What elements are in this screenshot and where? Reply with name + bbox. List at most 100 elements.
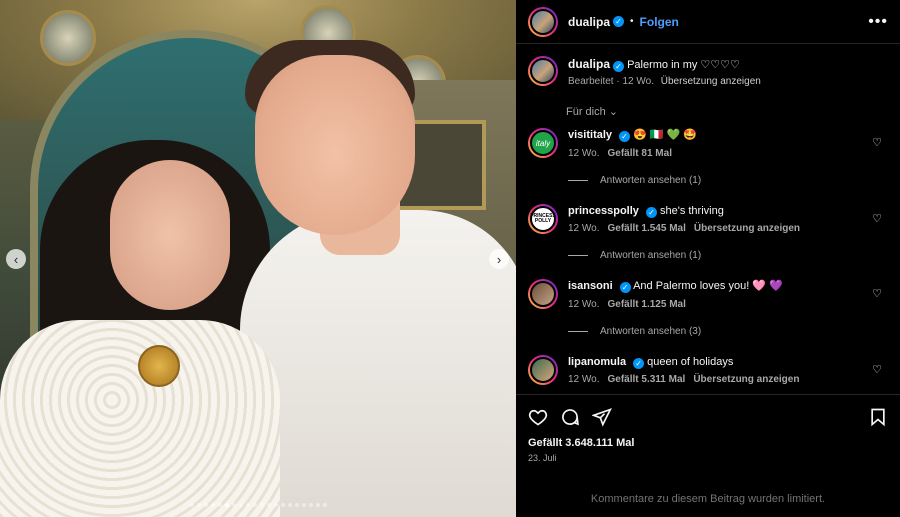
comment-username[interactable]: lipanomula — [568, 356, 626, 368]
comment-avatar[interactable] — [528, 279, 558, 310]
comment-likes[interactable]: Gefällt 1.125 Mal — [608, 299, 686, 310]
like-count[interactable]: Gefällt 3.648.111 Mal — [528, 437, 888, 449]
carousel-dot — [294, 503, 299, 507]
carousel-dot — [315, 503, 320, 507]
comment-item: italy visititaly ✓ 😍 🇮🇹 💚 🤩 12 Wo. Gefällt 8… — [528, 128, 888, 159]
caption-text: Palermo in my ♡♡♡♡ — [627, 59, 740, 71]
comment-icon[interactable] — [560, 407, 580, 427]
carousel-dot — [238, 503, 243, 507]
carousel-dot — [217, 503, 222, 507]
chevron-left-icon: ‹ — [13, 251, 19, 267]
comment-time[interactable]: 12 Wo. — [568, 223, 600, 234]
post-actions: Gefällt 3.648.111 Mal 23. Juli Kommentar… — [516, 394, 900, 517]
view-replies-button[interactable]: Antworten ansehen (3) — [568, 326, 888, 337]
avatar-logo — [530, 356, 556, 383]
comment-like-heart-icon[interactable]: ♡ — [872, 212, 882, 225]
chevron-right-icon: › — [496, 251, 502, 267]
verified-badge-icon: ✓ — [613, 16, 625, 27]
comments-limited-notice: Kommentare zu diesem Beitrag wurden limi… — [590, 493, 826, 505]
bookmark-icon[interactable] — [868, 407, 888, 427]
comment-list: italy visititaly ✓ 😍 🇮🇹 💚 🤩 12 Wo. Gefällt 8… — [528, 128, 888, 385]
post-photo: ‹ › — [0, 0, 516, 517]
post-date[interactable]: 23. Juli — [528, 453, 888, 463]
man-shirt — [240, 210, 516, 517]
view-replies-button[interactable]: Antworten ansehen (1) — [568, 250, 888, 261]
carousel-next-button[interactable]: › — [489, 249, 509, 269]
verified-badge-icon: ✓ — [619, 131, 631, 143]
carousel-dot — [322, 503, 327, 507]
verified-badge-icon: ✓ — [645, 206, 657, 218]
gold-necklace — [138, 345, 180, 387]
verified-badge-icon: ✓ — [633, 357, 645, 369]
comment-like-heart-icon[interactable]: ♡ — [872, 136, 882, 149]
carousel-indicator — [0, 503, 516, 507]
comment-like-heart-icon[interactable]: ♡ — [872, 287, 882, 300]
follow-button[interactable]: Folgen — [640, 15, 679, 29]
avatar-logo — [530, 281, 556, 308]
carousel-dot — [287, 503, 292, 507]
post-caption: dualipa ✓ Palermo in my ♡♡♡♡ Bearbeitet ·… — [528, 56, 888, 87]
post-viewer: ‹ › dualipa ✓ • Folgen ••• dualipa ✓ Pale… — [0, 0, 900, 517]
comment-avatar[interactable]: italy — [528, 128, 558, 159]
ceiling-medallion — [40, 10, 96, 66]
carousel-dot — [252, 503, 257, 507]
comment-text: queen of holidays — [647, 355, 734, 368]
man-face — [255, 55, 415, 235]
carousel-dot — [259, 503, 264, 507]
comment-time[interactable]: 12 Wo. — [568, 148, 600, 159]
comments-scroll[interactable]: dualipa ✓ Palermo in my ♡♡♡♡ Bearbeitet ·… — [516, 44, 900, 394]
verified-badge-icon: ✓ — [619, 282, 631, 294]
author-username[interactable]: dualipa — [568, 15, 610, 29]
share-icon[interactable] — [592, 407, 612, 427]
comment-time[interactable]: 12 Wo. — [568, 374, 600, 385]
comment-sort-dropdown[interactable]: Für dich ⌄ — [566, 105, 888, 118]
comment-avatar[interactable] — [528, 354, 558, 385]
caption-avatar[interactable] — [528, 56, 558, 86]
avatar-logo: italy — [530, 130, 556, 157]
carousel-dot — [280, 503, 285, 507]
carousel-dot — [301, 503, 306, 507]
carousel-dot — [308, 503, 313, 507]
view-replies-button[interactable]: Antworten ansehen (1) — [568, 175, 888, 186]
carousel-dot — [231, 503, 236, 507]
comment-text: 😍 🇮🇹 💚 🤩 — [633, 129, 698, 142]
translate-link[interactable]: Übersetzung anzeigen — [694, 223, 800, 234]
comment-time[interactable]: 12 Wo. — [568, 299, 600, 310]
carousel-dot — [224, 503, 229, 507]
author-avatar[interactable] — [528, 6, 558, 37]
separator-dot: • — [630, 16, 634, 27]
comment-item: isansoni ✓ And Palermo loves you! 🩷 💜 12 W… — [528, 279, 888, 310]
comment-likes[interactable]: Gefällt 81 Mal — [608, 148, 672, 159]
carousel-dot — [273, 503, 278, 507]
caption-username[interactable]: dualipa — [568, 57, 610, 71]
comment-like-heart-icon[interactable]: ♡ — [872, 363, 882, 376]
post-sidebar: dualipa ✓ • Folgen ••• dualipa ✓ Palermo … — [516, 0, 900, 517]
comment-text: And Palermo loves you! 🩷 💜 — [633, 280, 783, 293]
carousel-dot — [266, 503, 271, 507]
woman-lace-top — [0, 320, 280, 517]
verified-badge-icon: ✓ — [613, 61, 625, 73]
avatar-logo: PRINCESS POLLY — [530, 205, 556, 232]
carousel-dot — [189, 503, 194, 507]
comment-username[interactable]: isansoni — [568, 280, 613, 292]
translate-link[interactable]: Übersetzung anzeigen — [661, 76, 761, 87]
comment-likes[interactable]: Gefällt 1.545 Mal — [608, 223, 686, 234]
carousel-dot — [203, 503, 208, 507]
heart-icon[interactable] — [528, 407, 548, 427]
carousel-dot — [210, 503, 215, 507]
carousel-prev-button[interactable]: ‹ — [6, 249, 26, 269]
comment-username[interactable]: princesspolly — [568, 205, 639, 217]
translate-link[interactable]: Übersetzung anzeigen — [693, 374, 799, 385]
comment-item: PRINCESS POLLY princesspolly ✓ she's thriv… — [528, 203, 888, 234]
carousel-dot — [245, 503, 250, 507]
caption-meta: Bearbeitet · 12 Wo. — [568, 76, 654, 88]
woman-face — [110, 160, 230, 310]
carousel-dot — [196, 503, 201, 507]
comment-avatar[interactable]: PRINCESS POLLY — [528, 203, 558, 234]
comment-username[interactable]: visititaly — [568, 129, 612, 141]
comment-item: lipanomula ✓ queen of holidays 12 Wo. Gefäl… — [528, 354, 888, 385]
comment-likes[interactable]: Gefällt 5.311 Mal — [608, 374, 686, 385]
more-horizontal-icon[interactable]: ••• — [868, 13, 888, 31]
post-header: dualipa ✓ • Folgen ••• — [516, 0, 900, 44]
comment-text: she's thriving — [659, 204, 724, 217]
